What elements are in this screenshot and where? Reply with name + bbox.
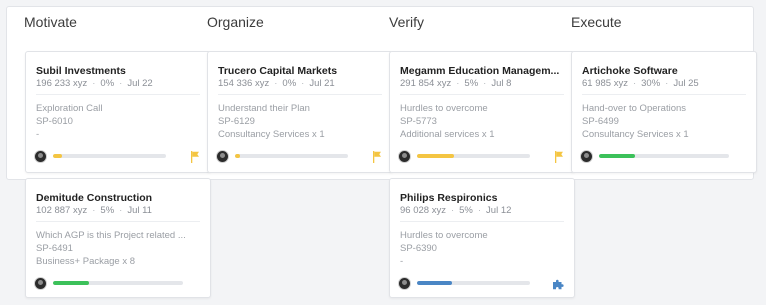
card-products: Additional services x 1 xyxy=(400,129,495,140)
card-next-step: Exploration Call xyxy=(36,103,103,114)
card-date: Jul 25 xyxy=(673,78,699,89)
card-percent: 0% xyxy=(100,78,115,89)
column-title-motivate: Motivate xyxy=(24,14,77,30)
card-divider xyxy=(400,94,564,95)
card-amount: 154 336 xyz xyxy=(218,78,270,89)
progress-bar xyxy=(599,154,729,158)
deal-card[interactable]: Artichoke Software 61 985 xyz · 30% · Jul 25 H… xyxy=(571,51,757,173)
card-amount: 291 854 xyz xyxy=(400,78,452,89)
card-meta: 291 854 xyz · 5% · Jul 8 xyxy=(400,78,511,89)
card-percent: 30% xyxy=(641,78,661,89)
card-reference: SP-6491 xyxy=(36,243,73,254)
card-percent: 5% xyxy=(100,205,115,216)
meta-separator: · xyxy=(92,78,96,89)
avatar[interactable] xyxy=(398,150,411,163)
meta-separator: · xyxy=(301,78,305,89)
meta-separator: · xyxy=(477,205,482,216)
flag-icon[interactable] xyxy=(190,150,200,163)
card-meta: 96 028 xyz · 5% · Jul 12 xyxy=(400,205,511,216)
card-next-step: Understand their Plan xyxy=(218,103,310,114)
progress-bar xyxy=(53,154,166,158)
card-title[interactable]: Philips Respironics xyxy=(400,192,566,204)
card-next-step: Hurdles to overcome xyxy=(400,230,488,241)
card-amount: 102 887 xyz xyxy=(36,205,88,216)
meta-separator: · xyxy=(274,78,278,89)
card-products: - xyxy=(36,129,40,140)
progress-fill xyxy=(417,281,453,285)
avatar[interactable] xyxy=(398,277,411,290)
meta-separator: · xyxy=(483,78,487,89)
card-date: Jul 8 xyxy=(491,78,512,89)
card-date: Jul 21 xyxy=(309,78,335,89)
card-title[interactable]: Demitude Construction xyxy=(36,192,202,204)
card-divider xyxy=(36,221,200,222)
card-title[interactable]: Artichoke Software xyxy=(582,65,748,77)
card-amount: 196 233 xyz xyxy=(36,78,88,89)
card-title[interactable]: Trucero Capital Markets xyxy=(218,65,384,77)
card-next-step: Which AGP is this Project related ... xyxy=(36,230,186,241)
card-reference: SP-5773 xyxy=(400,116,437,127)
card-products: Consultancy Services x 1 xyxy=(582,129,689,140)
avatar[interactable] xyxy=(34,150,47,163)
card-amount: 96 028 xyz xyxy=(400,205,446,216)
deal-card[interactable]: Megamm Education Managem... 291 854 xyz · 5… xyxy=(389,51,575,173)
card-date: Jul 22 xyxy=(127,78,153,89)
card-reference: SP-6499 xyxy=(582,116,619,127)
card-products: Consultancy Services x 1 xyxy=(218,129,325,140)
card-date: Jul 12 xyxy=(486,205,512,216)
card-percent: 0% xyxy=(282,78,297,89)
progress-bar xyxy=(417,281,530,285)
meta-separator: · xyxy=(92,205,96,216)
progress-fill xyxy=(417,154,455,158)
flag-icon[interactable] xyxy=(372,150,382,163)
card-divider xyxy=(36,94,200,95)
card-amount: 61 985 xyz xyxy=(582,78,628,89)
card-divider xyxy=(400,221,564,222)
card-products: - xyxy=(400,256,404,267)
puzzle-icon[interactable] xyxy=(552,277,564,290)
column-title-verify: Verify xyxy=(389,14,425,30)
progress-fill xyxy=(599,154,636,158)
card-products: Business+ Package x 8 xyxy=(36,256,136,267)
progress-bar xyxy=(417,154,530,158)
progress-bar xyxy=(235,154,348,158)
card-divider xyxy=(582,94,746,95)
deal-card[interactable]: Demitude Construction 102 887 xyz · 5% · Jul … xyxy=(25,178,211,298)
card-title[interactable]: Subil Investments xyxy=(36,65,202,77)
column-title-execute: Execute xyxy=(571,14,622,30)
card-meta: 61 985 xyz · 30% · Jul 25 xyxy=(582,78,699,89)
card-reference: SP-6390 xyxy=(400,243,437,254)
avatar[interactable] xyxy=(216,150,229,163)
card-title[interactable]: Megamm Education Managem... xyxy=(400,65,566,77)
meta-separator: · xyxy=(450,205,455,216)
meta-separator: · xyxy=(632,78,637,89)
meta-separator: · xyxy=(456,78,460,89)
card-reference: SP-6129 xyxy=(218,116,255,127)
card-next-step: Hurdles to overcome xyxy=(400,103,488,114)
card-divider xyxy=(218,94,382,95)
progress-fill xyxy=(235,154,240,158)
avatar[interactable] xyxy=(580,150,593,163)
deal-card[interactable]: Philips Respironics 96 028 xyz · 5% · Jul 12 H… xyxy=(389,178,575,298)
deal-card[interactable]: Subil Investments 196 233 xyz · 0% · Jul 22 Ex… xyxy=(25,51,211,173)
meta-separator: · xyxy=(119,205,123,216)
avatar[interactable] xyxy=(34,277,47,290)
progress-fill xyxy=(53,281,90,285)
progress-fill xyxy=(53,154,63,158)
card-meta: 196 233 xyz · 0% · Jul 22 xyxy=(36,78,153,89)
card-meta: 102 887 xyz · 5% · Jul 11 xyxy=(36,205,152,216)
flag-icon[interactable] xyxy=(554,150,564,163)
meta-separator: · xyxy=(665,78,669,89)
card-meta: 154 336 xyz · 0% · Jul 21 xyxy=(218,78,335,89)
card-percent: 5% xyxy=(459,205,473,216)
meta-separator: · xyxy=(119,78,123,89)
card-percent: 5% xyxy=(464,78,479,89)
progress-bar xyxy=(53,281,183,285)
card-reference: SP-6010 xyxy=(36,116,73,127)
card-date: Jul 11 xyxy=(127,205,152,216)
deal-card[interactable]: Trucero Capital Markets 154 336 xyz · 0% · Ju… xyxy=(207,51,393,173)
column-title-organize: Organize xyxy=(207,14,264,30)
card-next-step: Hand-over to Operations xyxy=(582,103,687,114)
